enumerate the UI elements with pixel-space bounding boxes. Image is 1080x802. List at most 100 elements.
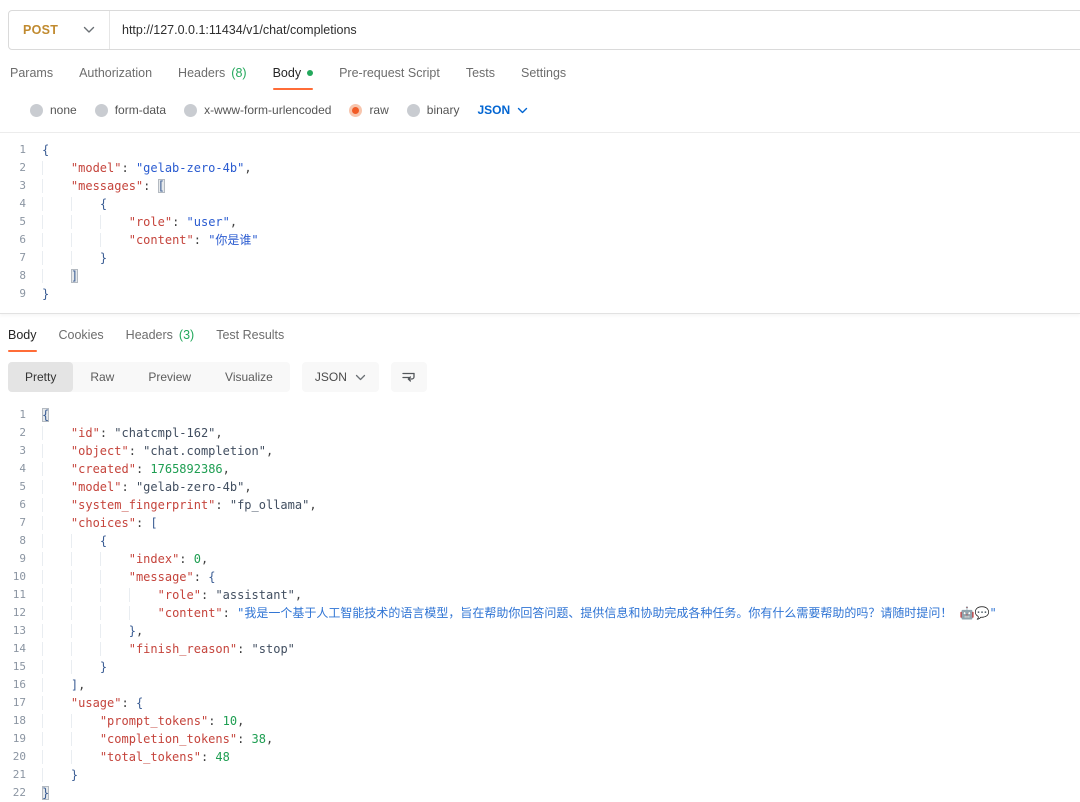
code-text: }: [42, 249, 107, 267]
body-mode-form-data[interactable]: form-data: [95, 103, 166, 117]
code-line: 14 "finish_reason": "stop": [0, 640, 1080, 658]
code-line: 7 }: [0, 249, 1080, 267]
response-toolbar: PrettyRawPreviewVisualize JSON: [0, 362, 1080, 392]
tab-label: Test Results: [216, 328, 284, 342]
line-number: 7: [0, 249, 42, 267]
body-mode-none[interactable]: none: [30, 103, 77, 117]
tab-count-badge: (8): [231, 66, 246, 80]
code-line: 18 "prompt_tokens": 10,: [0, 712, 1080, 730]
code-text: }: [42, 766, 78, 784]
chevron-down-icon: [517, 107, 528, 114]
body-mode-selector: none form-data x-www-form-urlencoded raw bin…: [0, 100, 1080, 120]
line-number: 6: [0, 496, 42, 514]
body-mode-label: x-www-form-urlencoded: [204, 103, 331, 117]
code-text: "prompt_tokens": 10,: [42, 712, 244, 730]
chevron-down-icon: [355, 374, 366, 381]
code-text: },: [42, 622, 143, 640]
body-mode-raw[interactable]: raw: [349, 103, 388, 117]
code-text: "content": "你是谁": [42, 231, 259, 249]
request-tab-params[interactable]: Params: [10, 62, 53, 90]
response-tab-body[interactable]: Body: [8, 324, 37, 352]
code-line: 11 "role": "assistant",: [0, 586, 1080, 604]
code-text: "object": "chat.completion",: [42, 442, 273, 460]
url-input[interactable]: [110, 23, 1080, 37]
view-mode-visualize[interactable]: Visualize: [208, 362, 290, 392]
raw-type-dropdown[interactable]: JSON: [477, 103, 528, 117]
response-tab-cookies[interactable]: Cookies: [59, 324, 104, 352]
line-number: 15: [0, 658, 42, 676]
line-number: 1: [0, 406, 42, 424]
line-number: 1: [0, 141, 42, 159]
code-line: 20 "total_tokens": 48: [0, 748, 1080, 766]
line-number: 5: [0, 478, 42, 496]
code-text: "role": "assistant",: [42, 586, 302, 604]
tab-label: Params: [10, 66, 53, 80]
line-number: 3: [0, 177, 42, 195]
wrap-lines-button[interactable]: [391, 362, 427, 392]
code-text: {: [42, 406, 49, 424]
code-text: "choices": [: [42, 514, 158, 532]
code-line: 6 "system_fingerprint": "fp_ollama",: [0, 496, 1080, 514]
response-tab-headers[interactable]: Headers(3): [126, 324, 195, 352]
code-text: {: [42, 532, 107, 550]
code-line: 5 "model": "gelab-zero-4b",: [0, 478, 1080, 496]
body-mode-label: binary: [427, 103, 460, 117]
response-view-mode-switch: PrettyRawPreviewVisualize: [8, 362, 290, 392]
code-line: 2 "id": "chatcmpl-162",: [0, 424, 1080, 442]
code-text: "usage": {: [42, 694, 143, 712]
radio-selected-icon: [349, 104, 362, 117]
request-tab-headers[interactable]: Headers(8): [178, 62, 247, 90]
code-line: 4 {: [0, 195, 1080, 213]
code-text: }: [42, 658, 107, 676]
chevron-down-icon: [83, 26, 95, 34]
request-tabs: Params Authorization Headers(8) Body Pre-req…: [0, 62, 1080, 90]
view-mode-raw[interactable]: Raw: [73, 362, 131, 392]
line-number: 12: [0, 604, 42, 622]
code-line: 6 "content": "你是谁": [0, 231, 1080, 249]
tab-label: Authorization: [79, 66, 152, 80]
line-number: 8: [0, 532, 42, 550]
body-mode-label: raw: [369, 103, 388, 117]
view-mode-preview[interactable]: Preview: [131, 362, 208, 392]
request-builder: POST Params Authorization Headers(8) Body Pr…: [0, 0, 1080, 314]
line-number: 4: [0, 460, 42, 478]
code-text: {: [42, 141, 49, 159]
response-tab-test-results[interactable]: Test Results: [216, 324, 284, 352]
request-tab-settings[interactable]: Settings: [521, 62, 566, 90]
request-body-editor[interactable]: 1{2 "model": "gelab-zero-4b",3 "messages…: [0, 132, 1080, 314]
code-text: "completion_tokens": 38,: [42, 730, 273, 748]
request-tab-tests[interactable]: Tests: [466, 62, 495, 90]
code-line: 16 ],: [0, 676, 1080, 694]
tab-label: Body: [273, 66, 302, 80]
response-format-label: JSON: [315, 370, 347, 384]
code-line: 13 },: [0, 622, 1080, 640]
wrap-lines-icon: [401, 370, 417, 384]
code-text: "role": "user",: [42, 213, 237, 231]
code-line: 9}: [0, 285, 1080, 303]
url-row: POST: [0, 0, 1080, 50]
tab-label: Headers: [126, 328, 173, 342]
tab-label: Cookies: [59, 328, 104, 342]
code-line: 2 "model": "gelab-zero-4b",: [0, 159, 1080, 177]
line-number: 8: [0, 267, 42, 285]
code-text: }: [42, 784, 49, 802]
url-bar: POST: [8, 10, 1080, 50]
body-mode-x-www-form-urlencoded[interactable]: x-www-form-urlencoded: [184, 103, 331, 117]
code-line: 9 "index": 0,: [0, 550, 1080, 568]
request-tab-authorization[interactable]: Authorization: [79, 62, 152, 90]
request-tab-pre-request-script[interactable]: Pre-request Script: [339, 62, 440, 90]
code-line: 1{: [0, 141, 1080, 159]
method-selector[interactable]: POST: [9, 11, 109, 49]
tab-label: Tests: [466, 66, 495, 80]
radio-icon: [30, 104, 43, 117]
code-line: 10 "message": {: [0, 568, 1080, 586]
view-mode-pretty[interactable]: Pretty: [8, 362, 73, 392]
code-line: 1{: [0, 406, 1080, 424]
line-number: 7: [0, 514, 42, 532]
line-number: 18: [0, 712, 42, 730]
code-text: "content": "我是一个基于人工智能技术的语言模型，旨在帮助你回答问题、…: [42, 604, 997, 622]
code-line: 8 {: [0, 532, 1080, 550]
request-tab-body[interactable]: Body: [273, 62, 314, 90]
response-format-dropdown[interactable]: JSON: [302, 362, 379, 392]
body-mode-binary[interactable]: binary: [407, 103, 460, 117]
